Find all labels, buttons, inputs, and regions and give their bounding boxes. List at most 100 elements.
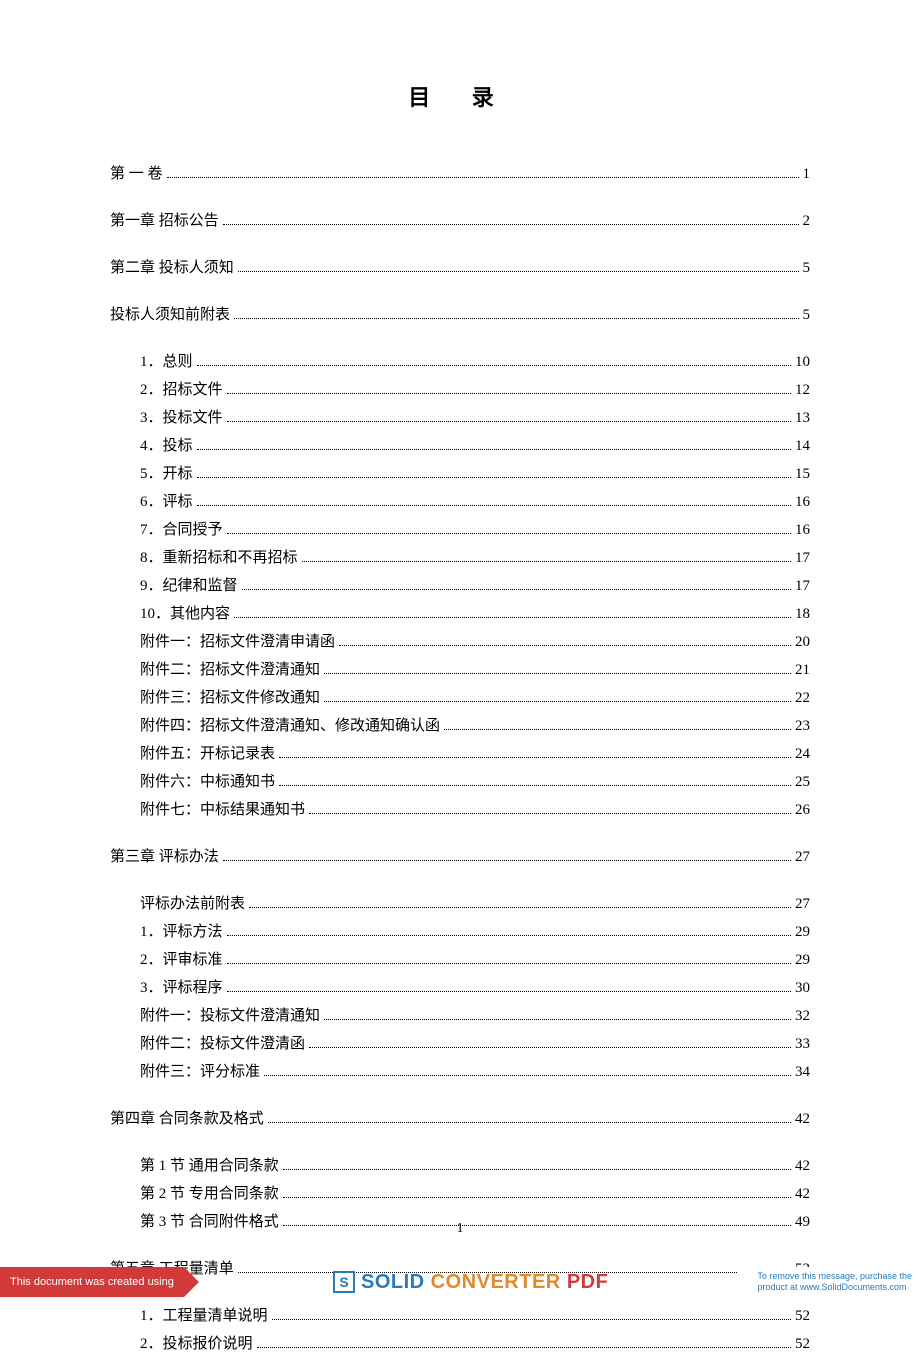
toc-page: 27 bbox=[795, 849, 810, 866]
toc-entry: 2．招标文件 12 bbox=[110, 378, 810, 399]
toc-leader-dots bbox=[279, 785, 791, 786]
toc-page: 33 bbox=[795, 1036, 810, 1053]
toc-entry: 附件七：中标结果通知书 26 bbox=[110, 798, 810, 819]
toc-leader-dots bbox=[197, 477, 791, 478]
toc-page: 23 bbox=[795, 718, 810, 735]
toc-label: 第四章 合同条款及格式 bbox=[110, 1107, 264, 1128]
toc-page: 17 bbox=[795, 550, 810, 567]
toc-label: 2．评审标准 bbox=[140, 948, 223, 969]
toc-entry: 评标办法前附表 27 bbox=[110, 892, 810, 913]
toc-label: 10．其他内容 bbox=[140, 602, 230, 623]
toc-entry: 1．工程量清单说明 52 bbox=[110, 1304, 810, 1325]
toc-page: 5 bbox=[803, 260, 811, 277]
toc-label: 第三章 评标办法 bbox=[110, 845, 219, 866]
toc-leader-dots bbox=[249, 907, 791, 908]
toc-page: 5 bbox=[803, 307, 811, 324]
document-page: 目 录 第 一 卷1第一章 招标公告2第二章 投标人须知5投标人须知前附表51．… bbox=[0, 0, 920, 1353]
toc-page: 30 bbox=[795, 980, 810, 997]
toc-leader-dots bbox=[339, 645, 791, 646]
toc-page: 16 bbox=[795, 522, 810, 539]
toc-leader-dots bbox=[242, 589, 791, 590]
toc-leader-dots bbox=[272, 1319, 791, 1320]
toc-leader-dots bbox=[197, 505, 791, 506]
toc-entry: 6．评标16 bbox=[110, 490, 810, 511]
toc-label: 投标人须知前附表 bbox=[110, 303, 230, 324]
toc-label: 附件二：招标文件澄清通知 bbox=[140, 658, 320, 679]
toc-entry: 附件二：招标文件澄清通知21 bbox=[110, 658, 810, 679]
toc-leader-dots bbox=[197, 449, 791, 450]
toc-entry: 投标人须知前附表 5 bbox=[110, 303, 810, 324]
toc-label: 7．合同授予 bbox=[140, 518, 223, 539]
toc-page: 27 bbox=[795, 896, 810, 913]
toc-leader-dots bbox=[227, 421, 791, 422]
toc-leader-dots bbox=[227, 991, 791, 992]
toc-entry: 第四章 合同条款及格式42 bbox=[110, 1107, 810, 1128]
toc-entry: 5．开标15 bbox=[110, 462, 810, 483]
toc-label: 评标办法前附表 bbox=[140, 892, 245, 913]
footer-left-text: This document was created using bbox=[0, 1267, 184, 1297]
toc-page: 17 bbox=[795, 578, 810, 595]
toc-leader-dots bbox=[223, 224, 799, 225]
toc-page: 14 bbox=[795, 438, 810, 455]
toc-label: 1．工程量清单说明 bbox=[140, 1304, 268, 1325]
toc-entry: 附件四：招标文件澄清通知、修改通知确认函23 bbox=[110, 714, 810, 735]
toc-leader-dots bbox=[309, 813, 791, 814]
toc-page: 13 bbox=[795, 410, 810, 427]
brand-pdf: PDF bbox=[567, 1271, 609, 1293]
toc-label: 2．招标文件 bbox=[140, 378, 223, 399]
toc-entry: 8．重新招标和不再招标 17 bbox=[110, 546, 810, 567]
toc-entry: 附件五：开标记录表24 bbox=[110, 742, 810, 763]
table-of-contents: 第 一 卷1第一章 招标公告2第二章 投标人须知5投标人须知前附表51．总则10… bbox=[110, 162, 810, 1353]
toc-label: 8．重新招标和不再招标 bbox=[140, 546, 298, 567]
toc-entry: 第 2 节 专用合同条款42 bbox=[110, 1182, 810, 1203]
toc-leader-dots bbox=[279, 757, 791, 758]
toc-page: 16 bbox=[795, 494, 810, 511]
solid-logo-icon: S bbox=[333, 1271, 355, 1293]
toc-entry: 附件二：投标文件澄清函 33 bbox=[110, 1032, 810, 1053]
toc-leader-dots bbox=[324, 1019, 791, 1020]
toc-leader-dots bbox=[167, 177, 799, 178]
toc-entry: 附件六：中标通知书25 bbox=[110, 770, 810, 791]
toc-page: 2 bbox=[803, 213, 811, 230]
toc-entry: 1．总则10 bbox=[110, 350, 810, 371]
toc-label: 1．评标方法 bbox=[140, 920, 223, 941]
toc-leader-dots bbox=[234, 318, 798, 319]
toc-label: 附件一：招标文件澄清申请函 bbox=[140, 630, 335, 651]
toc-page: 22 bbox=[795, 690, 810, 707]
toc-label: 3．投标文件 bbox=[140, 406, 223, 427]
toc-label: 4．投标 bbox=[140, 434, 193, 455]
toc-page: 25 bbox=[795, 774, 810, 791]
toc-page: 15 bbox=[795, 466, 810, 483]
toc-entry: 附件三：招标文件修改通知 22 bbox=[110, 686, 810, 707]
toc-label: 附件三：招标文件修改通知 bbox=[140, 686, 320, 707]
toc-leader-dots bbox=[324, 701, 791, 702]
toc-entry: 第 1 节 通用合同条款 42 bbox=[110, 1154, 810, 1175]
toc-label: 附件七：中标结果通知书 bbox=[140, 798, 305, 819]
toc-label: 附件三：评分标准 bbox=[140, 1060, 260, 1081]
toc-label: 第 1 节 通用合同条款 bbox=[140, 1154, 279, 1175]
toc-entry: 附件一：招标文件澄清申请函20 bbox=[110, 630, 810, 651]
toc-leader-dots bbox=[227, 963, 791, 964]
toc-page: 18 bbox=[795, 606, 810, 623]
toc-label: 1．总则 bbox=[140, 350, 193, 371]
toc-page: 26 bbox=[795, 802, 810, 819]
toc-leader-dots bbox=[197, 365, 791, 366]
toc-leader-dots bbox=[264, 1075, 791, 1076]
toc-leader-dots bbox=[257, 1347, 791, 1348]
toc-label: 第一章 招标公告 bbox=[110, 209, 219, 230]
toc-leader-dots bbox=[227, 533, 791, 534]
toc-label: 3．评标程序 bbox=[140, 976, 223, 997]
toc-leader-dots bbox=[309, 1047, 791, 1048]
toc-label: 附件二：投标文件澄清函 bbox=[140, 1032, 305, 1053]
toc-entry: 3．投标文件 13 bbox=[110, 406, 810, 427]
toc-page: 52 bbox=[795, 1308, 810, 1325]
toc-entry: 2．评审标准29 bbox=[110, 948, 810, 969]
toc-page: 12 bbox=[795, 382, 810, 399]
toc-leader-dots bbox=[283, 1169, 791, 1170]
toc-entry: 第 一 卷1 bbox=[110, 162, 810, 183]
toc-leader-dots bbox=[227, 393, 791, 394]
toc-page: 24 bbox=[795, 746, 810, 763]
toc-page: 42 bbox=[795, 1158, 810, 1175]
toc-entry: 3．评标程序 30 bbox=[110, 976, 810, 997]
toc-entry: 7．合同授予 16 bbox=[110, 518, 810, 539]
